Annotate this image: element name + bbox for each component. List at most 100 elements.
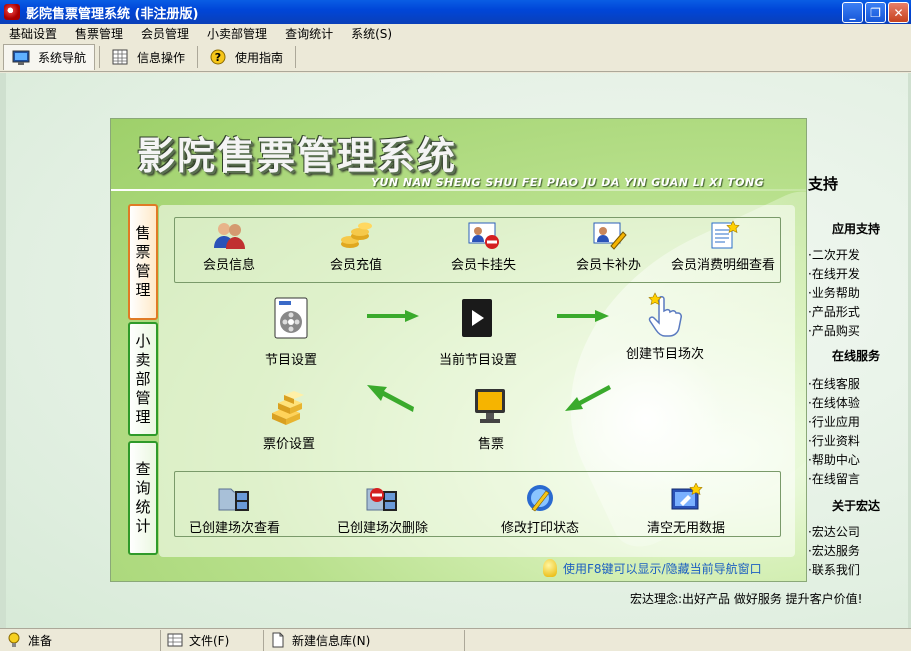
member-card-loss-button[interactable]: 会员卡挂失 xyxy=(451,220,516,273)
link-industry-apps[interactable]: ·行业应用 xyxy=(808,413,860,430)
ticket-price-settings-button[interactable]: 票价设置 xyxy=(263,387,315,452)
arrow-downleft-icon xyxy=(565,385,611,411)
help-icon: ? xyxy=(210,49,226,65)
side-tab-label: 小卖部管理 xyxy=(135,331,151,426)
side-tab-label: 查询统计 xyxy=(135,460,151,535)
item-label: 已创建场次删除 xyxy=(337,521,429,536)
tab-label: 使用指南 xyxy=(235,50,284,65)
side-tab-query[interactable]: 查询统计 xyxy=(128,441,158,555)
toolbar: 系统导航 信息操作 ? 使用指南 xyxy=(0,43,911,72)
tab-info-operation[interactable]: 信息操作 xyxy=(103,44,193,70)
printer-pen-icon xyxy=(527,485,553,512)
click-hand-icon xyxy=(648,292,682,337)
item-label: 会员卡补办 xyxy=(576,258,642,273)
grid-icon xyxy=(112,49,128,65)
link-online-support[interactable]: ·在线客服 xyxy=(808,375,860,392)
item-label: 已创建场次查看 xyxy=(189,521,281,536)
section-about: 关于宏达 xyxy=(832,499,881,513)
window-title: 影院售票管理系统 (非注册版) xyxy=(26,6,199,22)
lightbulb-icon xyxy=(543,559,557,577)
link-online-dev[interactable]: ·在线开发 xyxy=(808,265,860,282)
link-company[interactable]: ·宏达公司 xyxy=(808,523,860,540)
item-label: 会员信息 xyxy=(203,258,256,273)
menu-basic-settings[interactable]: 基础设置 xyxy=(0,25,66,42)
menu-query-statistics[interactable]: 查询统计 xyxy=(276,25,342,42)
clean-data-icon xyxy=(671,483,703,510)
status-file-button[interactable]: 文件(F) xyxy=(161,630,263,651)
side-tab-shop[interactable]: 小卖部管理 xyxy=(128,322,158,436)
film-reel-icon xyxy=(274,297,308,339)
modify-print-status-button[interactable]: 修改打印状态 xyxy=(501,483,579,536)
section-online-service: 在线服务 xyxy=(832,349,881,363)
status-ready: 准备 xyxy=(0,630,160,651)
menu-shop-management[interactable]: 小卖部管理 xyxy=(198,25,276,42)
svg-text:?: ? xyxy=(215,51,221,64)
maximize-button[interactable]: ❐ xyxy=(865,2,886,23)
system-subtitle: YUN NAN SHENG SHUI FEI PIAO JU DA YIN GU… xyxy=(371,176,765,189)
folder-film-icon xyxy=(218,488,249,511)
create-program-session-button[interactable]: 创建节目场次 xyxy=(626,291,704,362)
status-divider xyxy=(464,629,465,651)
close-button[interactable]: ✕ xyxy=(888,2,909,23)
members-icon xyxy=(214,223,245,249)
menu-system[interactable]: 系统(S) xyxy=(342,25,401,42)
section-app-support: 应用支持 xyxy=(832,222,881,236)
new-document-icon xyxy=(272,632,284,648)
toolbar-separator xyxy=(295,46,297,68)
item-label: 票价设置 xyxy=(263,437,316,452)
member-recharge-button[interactable]: 会员充值 xyxy=(330,220,382,273)
link-product-purchase[interactable]: ·产品购买 xyxy=(808,322,860,339)
card-edit-icon xyxy=(593,222,627,250)
tab-user-guide[interactable]: ? 使用指南 xyxy=(201,44,291,70)
link-online-trial[interactable]: ·在线体验 xyxy=(808,394,860,411)
monitor-icon xyxy=(12,50,30,65)
link-business-help[interactable]: ·业务帮助 xyxy=(808,284,860,301)
header-divider xyxy=(111,189,806,191)
item-label: 清空无用数据 xyxy=(647,521,726,536)
toolbar-separator xyxy=(99,46,101,68)
view-created-sessions-button[interactable]: 已创建场次查看 xyxy=(189,483,280,536)
member-consumption-detail-button[interactable]: 会员消费明细查看 xyxy=(671,220,775,273)
navigation-panel: 影院售票管理系统 YUN NAN SHENG SHUI FEI PIAO JU … xyxy=(110,118,807,582)
tab-label: 信息操作 xyxy=(137,50,186,65)
minimize-button[interactable]: _ xyxy=(842,2,863,23)
title-bar: 影院售票管理系统 (非注册版) _ ❐ ✕ xyxy=(0,0,911,24)
status-new-db-button[interactable]: 新建信息库(N) xyxy=(264,630,464,651)
status-new-db-text: 新建信息库(N) xyxy=(292,633,371,648)
program-settings-button[interactable]: 节目设置 xyxy=(265,297,317,368)
support-heading: 支持 xyxy=(808,175,839,193)
item-label: 节目设置 xyxy=(265,353,318,368)
link-services[interactable]: ·宏达服务 xyxy=(808,542,860,559)
item-label: 会员消费明细查看 xyxy=(671,258,776,273)
item-label: 创建节目场次 xyxy=(626,347,705,362)
arrow-right-icon xyxy=(367,310,419,322)
menu-ticket-management[interactable]: 售票管理 xyxy=(66,25,132,42)
clear-useless-data-button[interactable]: 清空无用数据 xyxy=(647,483,725,536)
link-industry-materials[interactable]: ·行业资料 xyxy=(808,432,860,449)
link-help-center[interactable]: ·帮助中心 xyxy=(808,451,860,468)
current-program-settings-button[interactable]: 当前节目设置 xyxy=(439,297,517,368)
item-label: 当前节目设置 xyxy=(439,353,518,368)
menu-bar: 基础设置 售票管理 会员管理 小卖部管理 查询统计 系统(S) xyxy=(0,24,911,43)
item-label: 修改打印状态 xyxy=(501,521,580,536)
toolbar-separator xyxy=(197,46,199,68)
link-online-message[interactable]: ·在线留言 xyxy=(808,470,860,487)
tab-system-navigation[interactable]: 系统导航 xyxy=(3,44,96,70)
link-product-form[interactable]: ·产品形式 xyxy=(808,303,860,320)
folder-delete-icon xyxy=(366,488,397,511)
item-label: 售票 xyxy=(477,437,504,452)
sell-tickets-button[interactable]: 售票 xyxy=(471,387,511,452)
menu-member-management[interactable]: 会员管理 xyxy=(132,25,198,42)
member-card-reissue-button[interactable]: 会员卡补办 xyxy=(576,220,641,273)
link-contact[interactable]: ·联系我们 xyxy=(808,561,860,578)
item-label: 会员充值 xyxy=(330,258,383,273)
status-ready-text: 准备 xyxy=(28,633,53,648)
side-tab-ticketing[interactable]: 售票管理 xyxy=(128,204,158,320)
member-info-button[interactable]: 会员信息 xyxy=(203,220,255,273)
delete-created-sessions-button[interactable]: 已创建场次删除 xyxy=(337,483,428,536)
app-icon xyxy=(4,4,20,20)
card-block-icon xyxy=(468,222,499,249)
gold-bars-icon xyxy=(272,391,304,425)
link-secondary-dev[interactable]: ·二次开发 xyxy=(808,246,860,263)
tab-label: 系统导航 xyxy=(38,51,87,65)
